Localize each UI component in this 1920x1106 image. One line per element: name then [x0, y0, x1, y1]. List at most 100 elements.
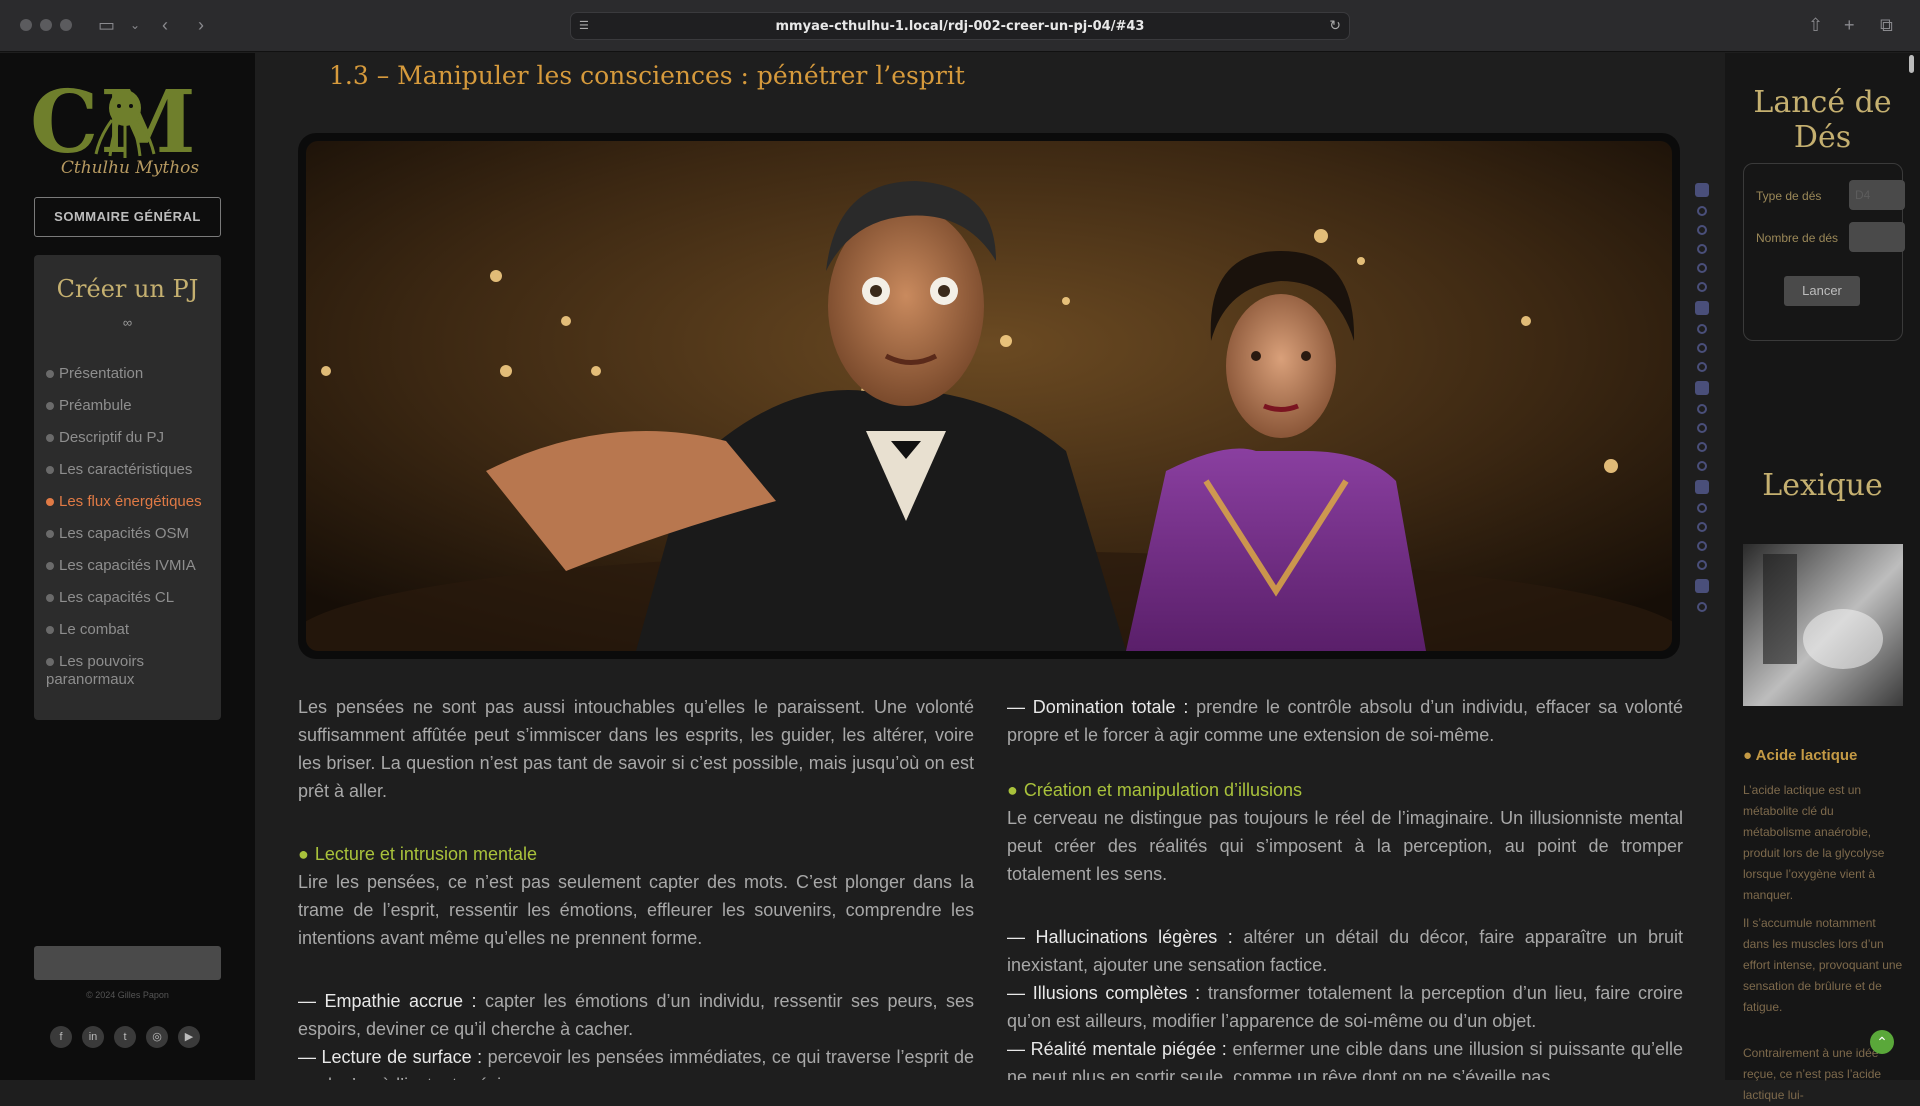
scroll-to-top-button[interactable]: ⌃ [1870, 1030, 1894, 1054]
pager-dot[interactable] [1697, 541, 1707, 551]
tabs-overview-icon[interactable]: ⧉ [1880, 14, 1893, 36]
list-item: — Illusions complètes : transformer tota… [1007, 983, 1683, 1031]
nav-item-pouvoirs-paranormaux[interactable]: Les pouvoirs paranormaux [46, 653, 216, 689]
pager-dot[interactable] [1697, 324, 1707, 334]
hero-image [306, 141, 1672, 651]
bullet-icon [46, 434, 54, 443]
share-icon[interactable]: ⇧ [1808, 14, 1823, 36]
nav-item-capacites-cl[interactable]: Les capacités CL [46, 589, 216, 607]
copyright-text: © 2024 Gilles Papon [86, 990, 169, 1000]
dice-type-select[interactable]: D4 [1849, 180, 1905, 210]
right-sidebar: Lancé de Dés Type de dés D4 Nombre de dé… [1725, 53, 1920, 1102]
main-content: 1.3 – Manipuler les consciences : pénétr… [255, 53, 1725, 1080]
hero-image-frame [298, 133, 1680, 659]
list-item: — Empathie accrue : capter les émotions … [298, 991, 974, 1039]
ornament-icon: ∞ [122, 315, 133, 330]
nav-item-capacites-ivmia[interactable]: Les capacités IVMIA [46, 557, 216, 575]
dice-type-label: Type de dés [1756, 189, 1822, 203]
nav-item-capacites-osm[interactable]: Les capacités OSM [46, 525, 216, 543]
roll-button[interactable]: Lancer [1784, 276, 1860, 306]
bullet-icon: ● [1007, 780, 1018, 800]
nav-item-flux-energetiques[interactable]: Les flux énergétiques [46, 493, 216, 511]
list-item: — Réalité mentale piégée : enfermer une … [1007, 1039, 1684, 1080]
pager-dot[interactable] [1697, 423, 1707, 433]
dice-count-select[interactable] [1849, 222, 1905, 252]
pager-dot[interactable] [1695, 579, 1709, 593]
maximize-window-button[interactable] [60, 19, 72, 31]
search-input[interactable] [34, 946, 221, 980]
pager-dot[interactable] [1695, 301, 1709, 315]
heading-lecture: ● Lecture et intrusion mentale [298, 844, 538, 864]
reload-icon[interactable]: ↻ [1329, 17, 1341, 34]
pager-dot[interactable] [1697, 503, 1707, 513]
illusions-paragraph: Le cerveau ne distingue pas toujours le … [1007, 808, 1683, 884]
pager-dot[interactable] [1697, 404, 1707, 414]
lexicon-paragraph: L’acide lactique est un métabolite clé d… [1743, 783, 1885, 902]
pager-dot[interactable] [1697, 282, 1707, 292]
nav-item-caracteristiques[interactable]: Les caractéristiques [46, 461, 216, 479]
nav-item-combat[interactable]: Le combat [46, 621, 216, 639]
nav-list: Présentation Préambule Descriptif du PJ … [46, 365, 216, 703]
nav-item-descriptif[interactable]: Descriptif du PJ [46, 429, 216, 447]
instagram-icon[interactable]: ◎ [146, 1026, 168, 1048]
list-item: — Hallucinations légères : altérer un dé… [1007, 927, 1683, 975]
lexicon-paragraph: Il s’accumule notamment dans les muscles… [1743, 916, 1903, 1014]
bullet-icon [46, 498, 54, 507]
text-column-left: Les pensées ne sont pas aussi intouchabl… [298, 693, 974, 1080]
close-window-button[interactable] [20, 19, 32, 31]
browser-toolbar: ▭ ⌄ ‹ › ☰ mmyae-cthulhu-1.local/rdj-002-… [0, 0, 1920, 52]
bullet-icon [46, 466, 54, 475]
chapter-nav: Créer un PJ ∞ Présentation Préambule Des… [34, 255, 221, 720]
bullet-icon [46, 562, 54, 571]
page-scrollbar[interactable] [1909, 55, 1914, 73]
logo-subtitle: Cthulhu Mythos [60, 158, 200, 178]
lexicon-term[interactable]: ● Acide lactique [1743, 747, 1857, 764]
lexicon-title: Lexique [1762, 468, 1883, 503]
bullet-icon [46, 594, 54, 603]
lecture-paragraph: Lire les pensées, ce n’est pas seulement… [298, 872, 974, 948]
section-title: 1.3 – Manipuler les consciences : pénétr… [329, 61, 965, 90]
pager-dot[interactable] [1697, 442, 1707, 452]
pager-dot[interactable] [1695, 183, 1709, 197]
address-bar[interactable]: ☰ mmyae-cthulhu-1.local/rdj-002-creer-un… [570, 12, 1350, 40]
back-button[interactable]: ‹ [162, 14, 168, 36]
window-controls[interactable] [20, 19, 72, 31]
text-column-right: — Domination totale : prendre le contrôl… [1007, 693, 1683, 1080]
cthulhu-icon [94, 90, 156, 158]
new-tab-icon[interactable]: + [1844, 14, 1855, 36]
social-links: f in t ◎ ▶ [50, 1026, 200, 1048]
pager-dot[interactable] [1697, 461, 1707, 471]
bullet-icon [46, 626, 54, 635]
minimize-window-button[interactable] [40, 19, 52, 31]
nav-item-preambule[interactable]: Préambule [46, 397, 216, 415]
pager-dot[interactable] [1697, 225, 1707, 235]
pager-dot[interactable] [1695, 381, 1709, 395]
pager-dot[interactable] [1697, 560, 1707, 570]
pager-dot[interactable] [1697, 263, 1707, 273]
left-sidebar: CM Cthulhu Mythos SOMMAIRE GÉNÉRAL Créer… [0, 53, 255, 1080]
dice-roller: Type de dés D4 Nombre de dés Lancer [1743, 163, 1905, 341]
youtube-icon[interactable]: ▶ [178, 1026, 200, 1048]
summary-button[interactable]: SOMMAIRE GÉNÉRAL [34, 197, 221, 237]
site-logo[interactable]: CM Cthulhu Mythos [30, 78, 230, 179]
facebook-icon[interactable]: f [50, 1026, 72, 1048]
nav-title: Créer un PJ [56, 275, 199, 303]
pager-dot[interactable] [1697, 244, 1707, 254]
bullet-icon [46, 658, 54, 667]
list-item: — Lecture de surface : percevoir les pen… [298, 1047, 974, 1080]
sidebar-toggle-icon[interactable]: ▭ [98, 14, 115, 36]
heading-illusions: ● Création et manipulation d’illusions [1007, 780, 1303, 800]
pager-dot[interactable] [1695, 480, 1709, 494]
nav-item-presentation[interactable]: Présentation [46, 365, 216, 383]
chevron-down-icon[interactable]: ⌄ [130, 14, 140, 36]
twitter-icon[interactable]: t [114, 1026, 136, 1048]
linkedin-icon[interactable]: in [82, 1026, 104, 1048]
pager-dot[interactable] [1697, 602, 1707, 612]
pager-dot[interactable] [1697, 362, 1707, 372]
pager-dot[interactable] [1697, 522, 1707, 532]
forward-button[interactable]: › [198, 14, 204, 36]
pager-dot[interactable] [1697, 343, 1707, 353]
intro-paragraph: Les pensées ne sont pas aussi intouchabl… [298, 697, 974, 801]
url-text: mmyae-cthulhu-1.local/rdj-002-creer-un-p… [775, 19, 1145, 34]
pager-dot[interactable] [1697, 206, 1707, 216]
